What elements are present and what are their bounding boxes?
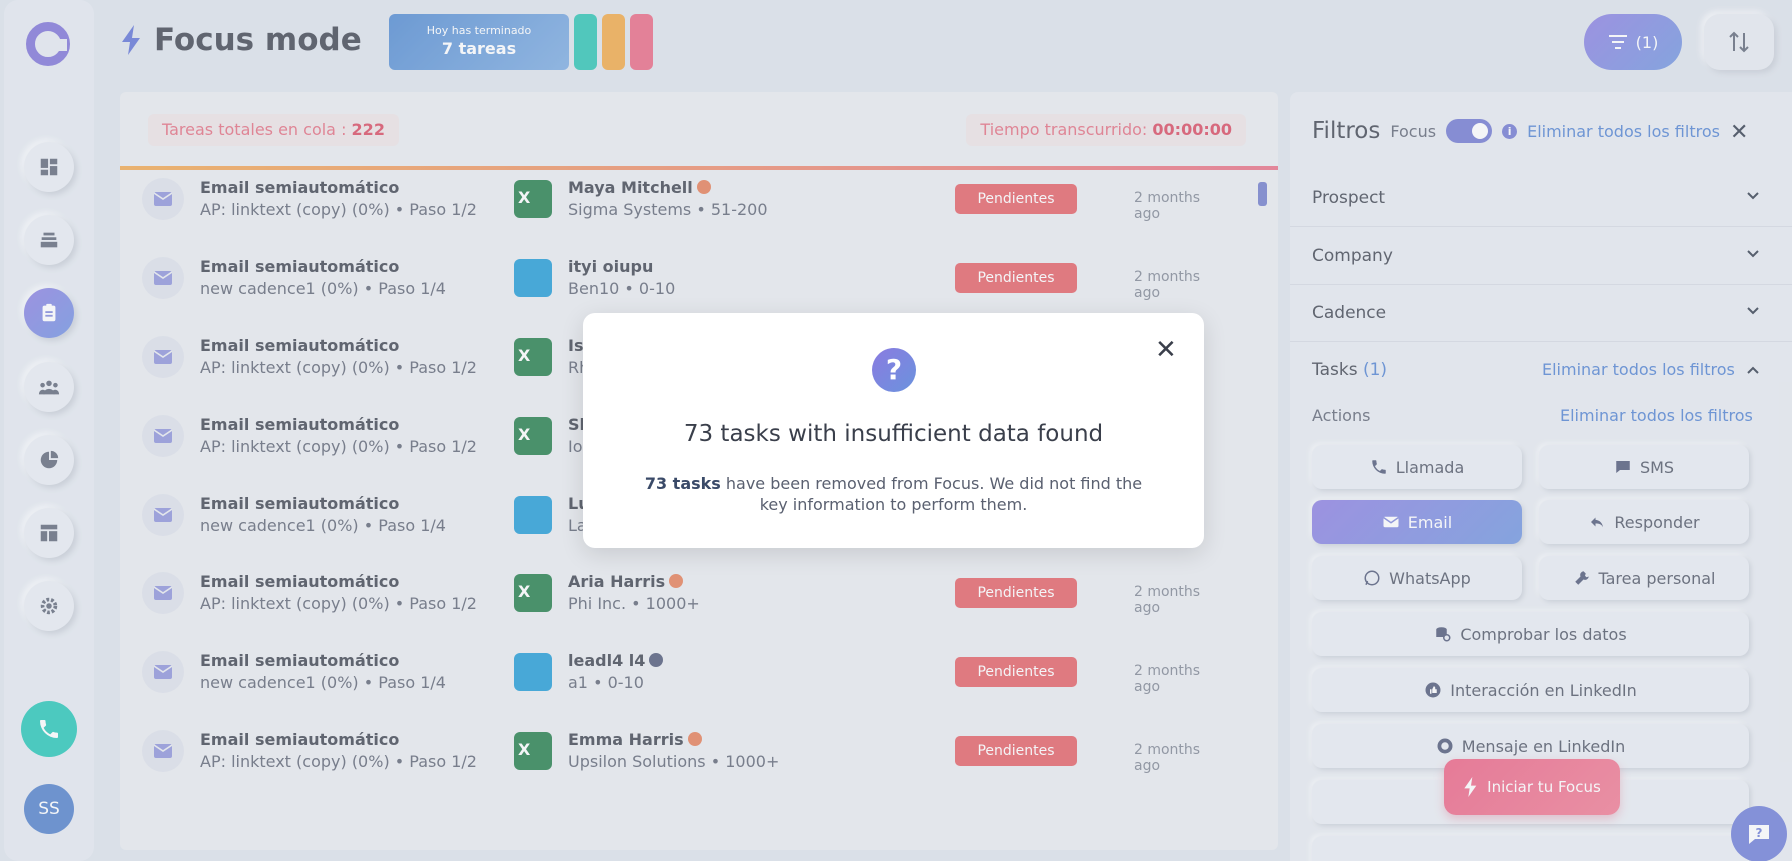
insufficient-data-modal: ? ✕ 73 tasks with insufficient data foun…	[583, 313, 1204, 548]
modal-title: 73 tasks with insufficient data found	[683, 421, 1104, 447]
question-icon: ?	[872, 348, 916, 392]
modal-body-text: have been removed from Focus. We did not…	[720, 474, 1143, 514]
close-modal-icon[interactable]: ✕	[1155, 335, 1177, 365]
modal-body: 73 tasks have been removed from Focus. W…	[643, 473, 1144, 515]
modal-body-count: 73 tasks	[644, 474, 721, 493]
